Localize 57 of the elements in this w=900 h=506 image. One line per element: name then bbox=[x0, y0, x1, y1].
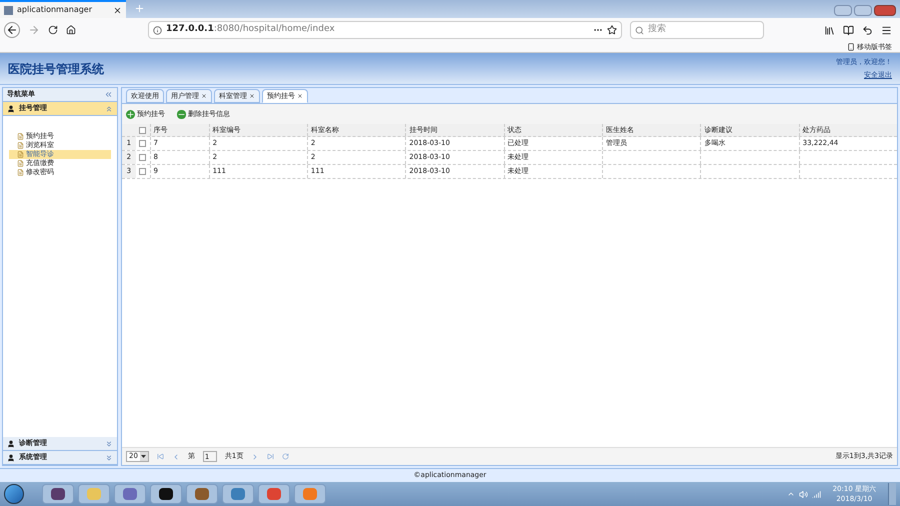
taskbar-app-button[interactable] bbox=[150, 484, 182, 504]
restore-button[interactable] bbox=[854, 5, 872, 16]
select-all-checkbox[interactable] bbox=[139, 126, 146, 134]
row-checkbox[interactable] bbox=[139, 168, 146, 175]
user-icon bbox=[7, 440, 15, 448]
tab-title: aplicationmanager bbox=[17, 4, 94, 16]
new-tab-icon[interactable] bbox=[134, 3, 145, 14]
back-icon[interactable] bbox=[4, 22, 20, 38]
row-checkbox[interactable] bbox=[139, 140, 146, 147]
app-title: 医院挂号管理系统 bbox=[8, 60, 104, 78]
search-input[interactable]: 搜索 bbox=[648, 23, 748, 37]
reload-icon[interactable] bbox=[48, 25, 58, 35]
show-desktop-button[interactable] bbox=[888, 483, 896, 505]
info-icon bbox=[153, 26, 162, 34]
expand-icon[interactable] bbox=[105, 440, 113, 448]
close-tab-icon[interactable] bbox=[201, 93, 207, 99]
taskbar-app-button[interactable] bbox=[42, 484, 74, 504]
document-icon bbox=[17, 142, 24, 149]
sidebar-toggle-icon[interactable] bbox=[843, 24, 854, 36]
network-icon[interactable] bbox=[812, 490, 821, 498]
start-button[interactable] bbox=[4, 484, 24, 504]
close-window-button[interactable] bbox=[874, 5, 896, 16]
dropdown-icon bbox=[141, 455, 146, 458]
tray-expand-icon[interactable] bbox=[786, 490, 795, 498]
user-icon bbox=[7, 104, 15, 112]
browser-tab[interactable]: aplicationmanager bbox=[0, 0, 126, 18]
document-icon bbox=[17, 169, 24, 176]
minimize-button[interactable] bbox=[834, 5, 852, 16]
search-icon bbox=[635, 26, 644, 34]
library-icon[interactable] bbox=[824, 24, 835, 36]
phone-icon bbox=[847, 43, 855, 51]
url-text: 127.0.0.1:8080/hospital/home/index bbox=[166, 23, 336, 36]
close-icon[interactable] bbox=[113, 6, 122, 14]
refresh-icon[interactable] bbox=[282, 453, 290, 460]
remove-icon bbox=[177, 110, 186, 118]
expand-icon[interactable] bbox=[105, 454, 113, 462]
document-icon bbox=[17, 133, 24, 140]
user-icon bbox=[7, 454, 15, 462]
app-icon bbox=[4, 6, 13, 14]
collapse-icon[interactable] bbox=[104, 90, 113, 99]
document-icon bbox=[17, 160, 24, 167]
menu-icon[interactable] bbox=[881, 24, 892, 36]
address-bar[interactable]: 127.0.0.1:8080/hospital/home/index bbox=[148, 21, 622, 39]
volume-icon[interactable] bbox=[798, 490, 808, 498]
document-icon bbox=[17, 151, 24, 158]
search-field[interactable]: 搜索 bbox=[630, 21, 764, 39]
home-icon[interactable] bbox=[66, 25, 76, 35]
bookmark-star-icon[interactable] bbox=[607, 25, 617, 35]
close-tab-icon[interactable] bbox=[297, 93, 303, 99]
first-page-icon[interactable] bbox=[156, 453, 164, 460]
add-icon bbox=[126, 110, 135, 118]
forward-icon[interactable] bbox=[28, 24, 40, 36]
undo-icon[interactable] bbox=[862, 24, 873, 36]
row-checkbox[interactable] bbox=[139, 154, 146, 161]
collapse-icon[interactable] bbox=[105, 104, 113, 112]
last-page-icon[interactable] bbox=[267, 453, 274, 460]
close-tab-icon[interactable] bbox=[249, 93, 255, 99]
